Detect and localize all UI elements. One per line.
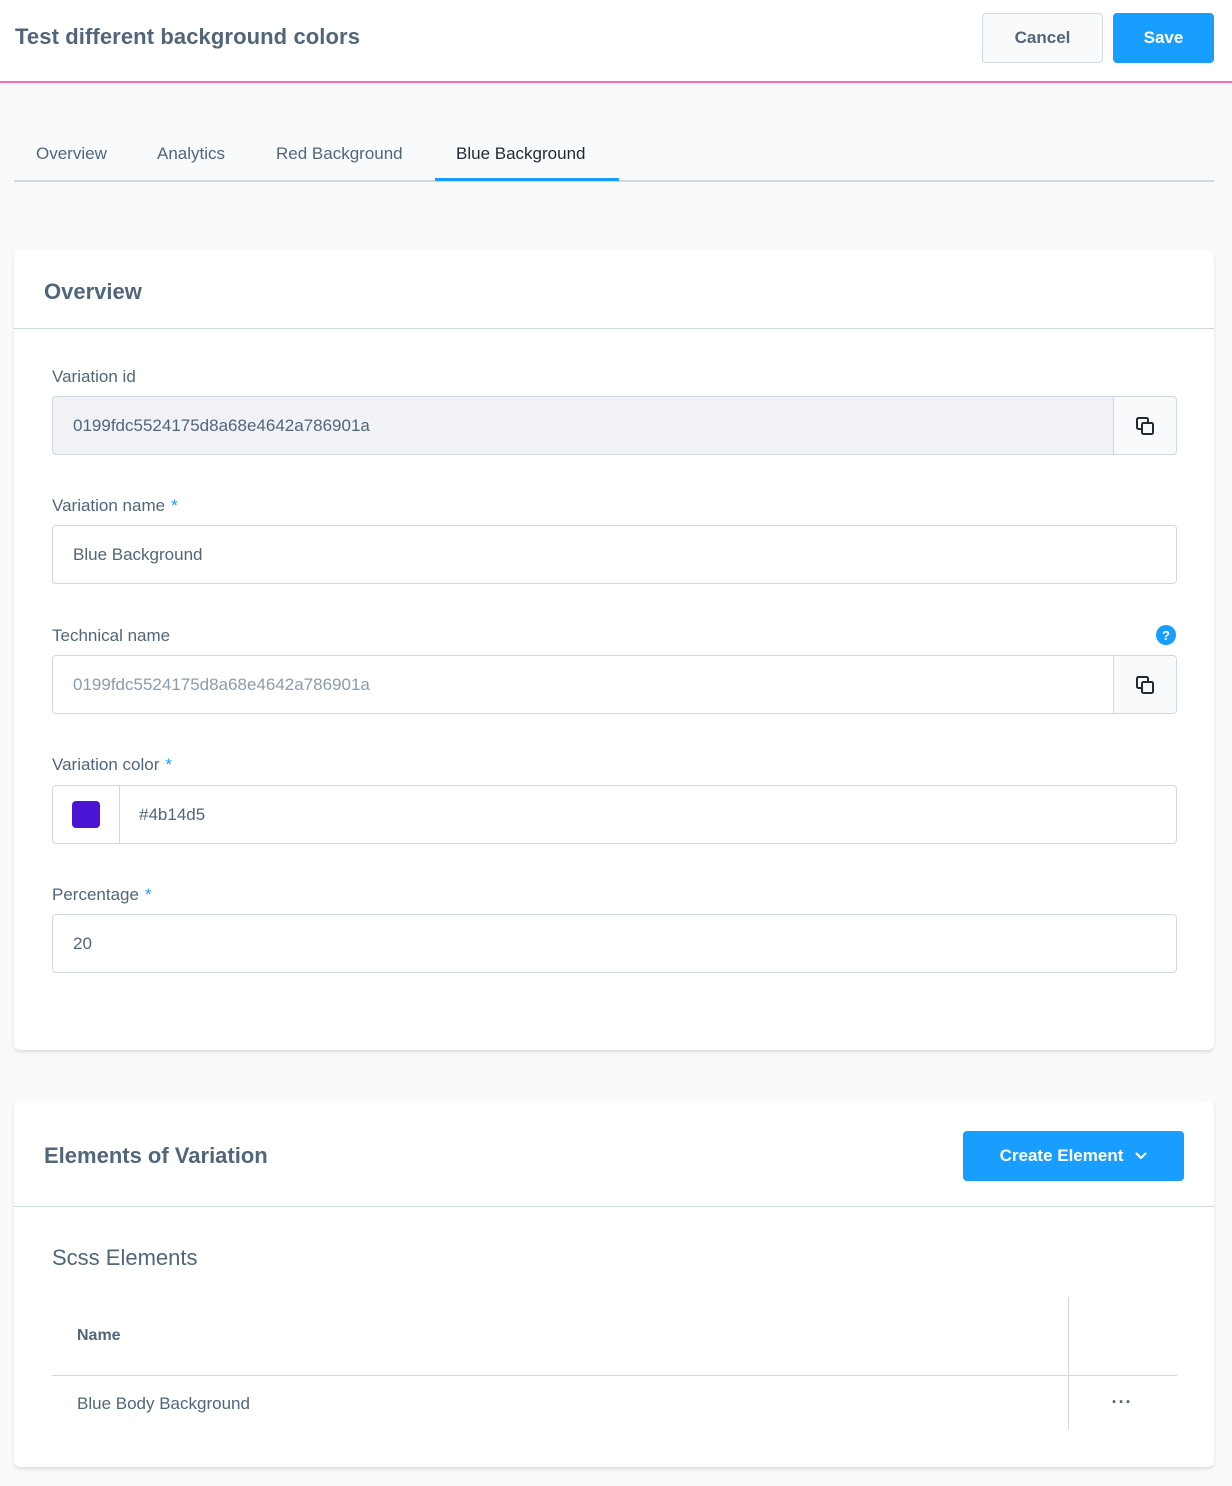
tab-blue-background[interactable]: Blue Background: [456, 144, 585, 164]
copy-technical-name-button[interactable]: [1113, 656, 1176, 713]
copy-icon: [1136, 675, 1154, 694]
percentage-label-text: Percentage: [52, 885, 139, 904]
tab-analytics[interactable]: Analytics: [157, 144, 225, 164]
top-bar: Test different background colors Cancel …: [0, 0, 1232, 83]
color-swatch: [72, 801, 100, 828]
technical-name-label: Technical name: [52, 626, 171, 645]
percentage-label: Percentage *: [52, 885, 152, 905]
variation-color-label-text: Variation color: [52, 755, 160, 774]
variation-name-value: Blue Background: [73, 545, 203, 564]
overview-card-header: Overview: [14, 250, 1214, 329]
tab-red-background[interactable]: Red Background: [276, 144, 403, 164]
elements-grid: Name Blue Body Background ···: [52, 1297, 1177, 1429]
cancel-button[interactable]: Cancel: [982, 13, 1103, 63]
technical-name-input[interactable]: 0199fdc5524175d8a68e4642a786901a: [52, 655, 1177, 714]
variation-id-label: Variation id: [52, 367, 136, 386]
chevron-down-icon: [1135, 1152, 1147, 1159]
technical-name-placeholder: 0199fdc5524175d8a68e4642a786901a: [73, 675, 370, 694]
overview-card: Overview Variation id 0199fdc5524175d8a6…: [14, 250, 1214, 1050]
variation-name-input[interactable]: Blue Background: [52, 525, 1177, 584]
create-element-label: Create Element: [999, 1146, 1124, 1165]
required-mark: *: [171, 496, 178, 515]
required-mark: *: [165, 755, 173, 774]
page-title: Test different background colors: [15, 24, 361, 49]
variation-color-input[interactable]: #4b14d5: [52, 785, 1177, 844]
variation-color-label: Variation color *: [52, 755, 172, 775]
tab-overview[interactable]: Overview: [36, 144, 107, 164]
elements-card-title: Elements of Variation: [44, 1143, 268, 1168]
column-header-name[interactable]: Name: [77, 1327, 121, 1345]
variation-name-label: Variation name *: [52, 496, 178, 516]
grid-header: Name: [52, 1297, 1177, 1376]
table-row-name: Blue Body Background: [77, 1394, 250, 1413]
scss-elements-title: Scss Elements: [52, 1245, 198, 1270]
percentage-input[interactable]: 20: [52, 914, 1177, 973]
variation-name-label-text: Variation name: [52, 496, 166, 515]
required-mark: *: [144, 885, 152, 904]
copy-variation-id-button[interactable]: [1113, 397, 1176, 454]
percentage-value: 20: [73, 934, 92, 953]
elements-card-header: Elements of Variation Create Element: [14, 1101, 1214, 1207]
save-button[interactable]: Save: [1113, 13, 1214, 63]
row-actions-button[interactable]: ···: [1104, 1389, 1140, 1415]
help-icon[interactable]: ?: [1156, 625, 1176, 645]
copy-icon: [1136, 416, 1154, 435]
color-picker-trigger[interactable]: [53, 786, 120, 843]
create-element-button[interactable]: Create Element: [963, 1131, 1184, 1181]
grid-column-divider: [1068, 1297, 1069, 1429]
variation-color-value: #4b14d5: [139, 805, 206, 824]
tab-bar: Overview Analytics Red Background Blue B…: [14, 130, 1214, 182]
variation-id-value: 0199fdc5524175d8a68e4642a786901a: [73, 416, 370, 435]
overview-card-title: Overview: [44, 279, 142, 304]
active-tab-indicator: [435, 178, 619, 181]
elements-card: Elements of Variation Create Element Scs…: [14, 1101, 1214, 1467]
variation-id-field: 0199fdc5524175d8a68e4642a786901a: [52, 396, 1177, 455]
